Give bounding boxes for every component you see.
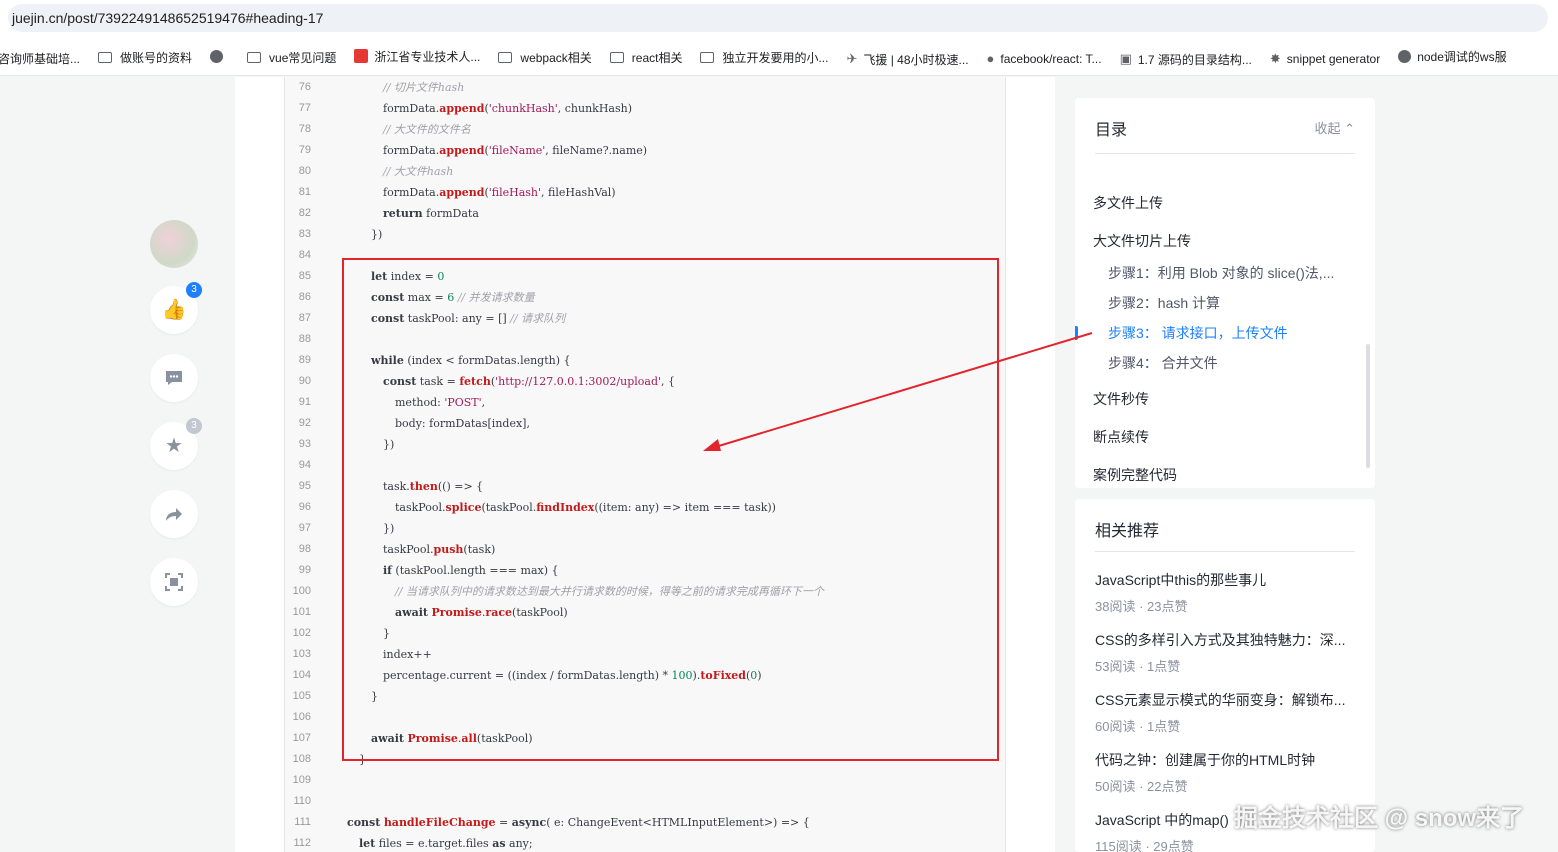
annotation-arrow (703, 332, 1093, 451)
watermark: 掘金技术社区 @ snow来了 (1234, 805, 1525, 832)
